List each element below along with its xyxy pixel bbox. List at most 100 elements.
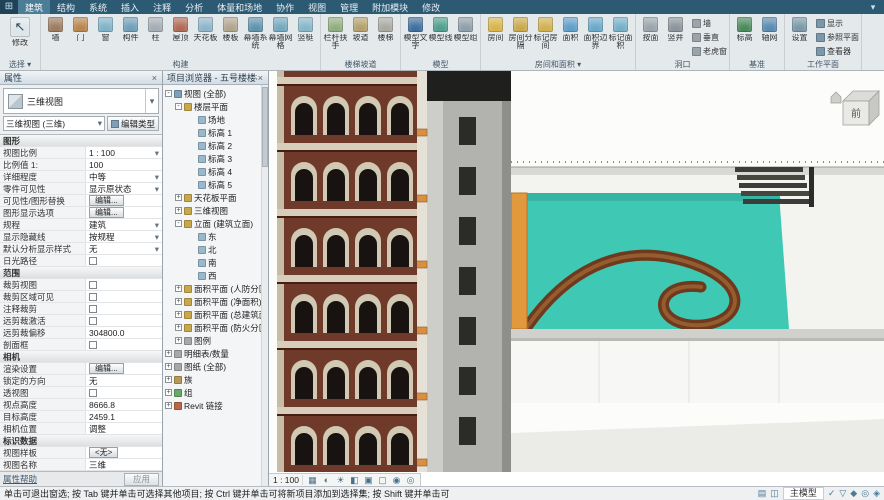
- ribbon-tab[interactable]: 协作: [269, 0, 301, 14]
- property-value[interactable]: 编辑... ▾: [86, 195, 162, 206]
- ribbon-tool[interactable]: 轴网: [757, 16, 782, 42]
- ribbon-tool[interactable]: 幕墙网格: [268, 16, 293, 50]
- ribbon-tool-small[interactable]: 老虎窗: [690, 44, 727, 58]
- ribbon-tab[interactable]: 插入: [114, 0, 146, 14]
- ribbon-tool[interactable]: 标高: [732, 16, 757, 42]
- property-row[interactable]: 视点高度 8666.8 ▾: [0, 399, 162, 411]
- property-row[interactable]: 零件可见性 显示原状态 ▾: [0, 183, 162, 195]
- checkbox[interactable]: [89, 305, 97, 313]
- property-row[interactable]: 视图比例 1 : 100 ▾: [0, 147, 162, 159]
- property-row[interactable]: 图形显示选项 编辑... ▾: [0, 207, 162, 219]
- ribbon-tool[interactable]: 构件: [118, 16, 143, 42]
- ribbon-tab[interactable]: 结构: [50, 0, 82, 14]
- type-selector[interactable]: 三维视图 ▾: [3, 88, 159, 114]
- tree-expand-toggle[interactable]: +: [175, 324, 182, 331]
- ribbon-tool[interactable]: 幕墙系统: [243, 16, 268, 50]
- checkbox[interactable]: [89, 341, 97, 349]
- tree-item[interactable]: 标高 5: [163, 178, 261, 191]
- visual-style-icon[interactable]: ◐: [321, 474, 332, 486]
- tree-item[interactable]: 南: [163, 256, 261, 269]
- modify-tool[interactable]: ↖ 修改: [2, 16, 38, 47]
- ribbon-tab[interactable]: 系统: [82, 0, 114, 14]
- property-value[interactable]: ▾: [86, 303, 162, 314]
- ribbon-tool-small[interactable]: 显示: [814, 16, 859, 30]
- tree-item[interactable]: + 图例: [163, 334, 261, 347]
- tree-item[interactable]: 西: [163, 269, 261, 282]
- tree-item[interactable]: 场地: [163, 113, 261, 126]
- property-row[interactable]: 裁剪视图 ▾: [0, 279, 162, 291]
- property-value[interactable]: 1 : 100 ▾: [86, 147, 162, 158]
- ribbon-tab[interactable]: 分析: [178, 0, 210, 14]
- property-row[interactable]: 视图样板 <无> ▾: [0, 447, 162, 459]
- property-value[interactable]: 2459.1 ▾: [86, 411, 162, 422]
- reveal-hidden-icon[interactable]: ◎: [405, 474, 416, 486]
- tree-item[interactable]: + 面积平面 (总建筑面积): [163, 308, 261, 321]
- property-value[interactable]: ▾: [86, 279, 162, 290]
- ribbon-tab[interactable]: 建筑: [18, 0, 50, 14]
- ribbon-tool[interactable]: 栏杆扶手: [323, 16, 348, 50]
- ribbon-tool-small[interactable]: 查看器: [814, 44, 859, 58]
- property-value[interactable]: 304800.0 ▾: [86, 327, 162, 338]
- property-value[interactable]: ▾: [86, 315, 162, 326]
- tree-item[interactable]: 标高 3: [163, 152, 261, 165]
- tree-item[interactable]: + 组: [163, 386, 261, 399]
- property-row[interactable]: 详细程度 中等 ▾: [0, 171, 162, 183]
- property-value[interactable]: ▾: [86, 291, 162, 302]
- ribbon-tool[interactable]: 面积: [558, 16, 583, 42]
- editable-only-icon[interactable]: ✓: [828, 487, 836, 500]
- browser-scrollbar[interactable]: [261, 85, 268, 486]
- property-row[interactable]: 默认分析显示样式 无 ▾: [0, 243, 162, 255]
- app-menu-icon[interactable]: ⊞: [0, 0, 18, 14]
- property-row[interactable]: 裁剪区域可见 ▾: [0, 291, 162, 303]
- property-value[interactable]: 无 ▾: [86, 243, 162, 254]
- ribbon-tab[interactable]: 视图: [301, 0, 333, 14]
- viewcube-front-label[interactable]: 前: [851, 107, 861, 120]
- sun-path-icon[interactable]: ☀: [335, 474, 346, 486]
- tree-expand-toggle[interactable]: +: [175, 298, 182, 305]
- tree-item[interactable]: + Revit 链接: [163, 399, 261, 412]
- property-value[interactable]: 按规程 ▾: [86, 231, 162, 242]
- property-row[interactable]: 注释裁剪 ▾: [0, 303, 162, 315]
- property-row[interactable]: 远剪裁偏移 304800.0 ▾: [0, 327, 162, 339]
- tree-item[interactable]: + 明细表/数量: [163, 347, 261, 360]
- apply-button[interactable]: 应用: [124, 473, 159, 486]
- property-row[interactable]: 规程 建筑 ▾: [0, 219, 162, 231]
- tree-expand-toggle[interactable]: +: [175, 285, 182, 292]
- property-value[interactable]: 无 ▾: [86, 375, 162, 386]
- ribbon-tool-small[interactable]: 墙: [690, 16, 727, 30]
- checkbox[interactable]: [89, 281, 97, 289]
- property-value[interactable]: ▾: [86, 339, 162, 350]
- chevron-down-icon[interactable]: ▾: [145, 89, 158, 113]
- tree-item[interactable]: + 图纸 (全部): [163, 360, 261, 373]
- tree-item[interactable]: - 立面 (建筑立面): [163, 217, 261, 230]
- property-row[interactable]: 渲染设置 编辑... ▾: [0, 363, 162, 375]
- ribbon-tool[interactable]: 天花板: [193, 16, 218, 42]
- ribbon-tab[interactable]: 体量和场地: [210, 0, 269, 14]
- design-options-icon[interactable]: ◫: [770, 487, 779, 500]
- tree-expand-toggle[interactable]: +: [165, 402, 172, 409]
- tree-expand-toggle[interactable]: +: [175, 207, 182, 214]
- ribbon-tab[interactable]: 附加模块: [365, 0, 415, 14]
- ribbon-tool[interactable]: 房间分隔: [508, 16, 533, 50]
- scrollbar-thumb[interactable]: [262, 87, 268, 167]
- property-row[interactable]: 比例值 1: 100 ▾: [0, 159, 162, 171]
- checkbox[interactable]: [89, 257, 97, 265]
- select-links-icon[interactable]: ◆: [850, 487, 857, 500]
- property-value[interactable]: 三维 ▾: [86, 459, 162, 470]
- tree-item[interactable]: 北: [163, 243, 261, 256]
- close-icon[interactable]: ×: [257, 73, 264, 83]
- property-row[interactable]: 日光路径 ▾: [0, 255, 162, 267]
- edit-type-button[interactable]: 编辑类型: [107, 116, 159, 131]
- property-value[interactable]: <无> ▾: [86, 447, 162, 458]
- ribbon-tab[interactable]: 管理: [333, 0, 365, 14]
- ribbon-tool[interactable]: 楼梯: [373, 16, 398, 42]
- shadows-icon[interactable]: ◧: [349, 474, 360, 486]
- tree-item[interactable]: 东: [163, 230, 261, 243]
- ribbon-tool[interactable]: 竖梃: [293, 16, 318, 42]
- tree-item[interactable]: 标高 1: [163, 126, 261, 139]
- filter-icon[interactable]: ▽: [839, 487, 846, 500]
- property-row[interactable]: 相机 ▾: [0, 351, 162, 363]
- tree-item[interactable]: + 天花板平面: [163, 191, 261, 204]
- property-value[interactable]: ▾: [86, 387, 162, 398]
- ribbon-tool[interactable]: 面积边界: [583, 16, 608, 50]
